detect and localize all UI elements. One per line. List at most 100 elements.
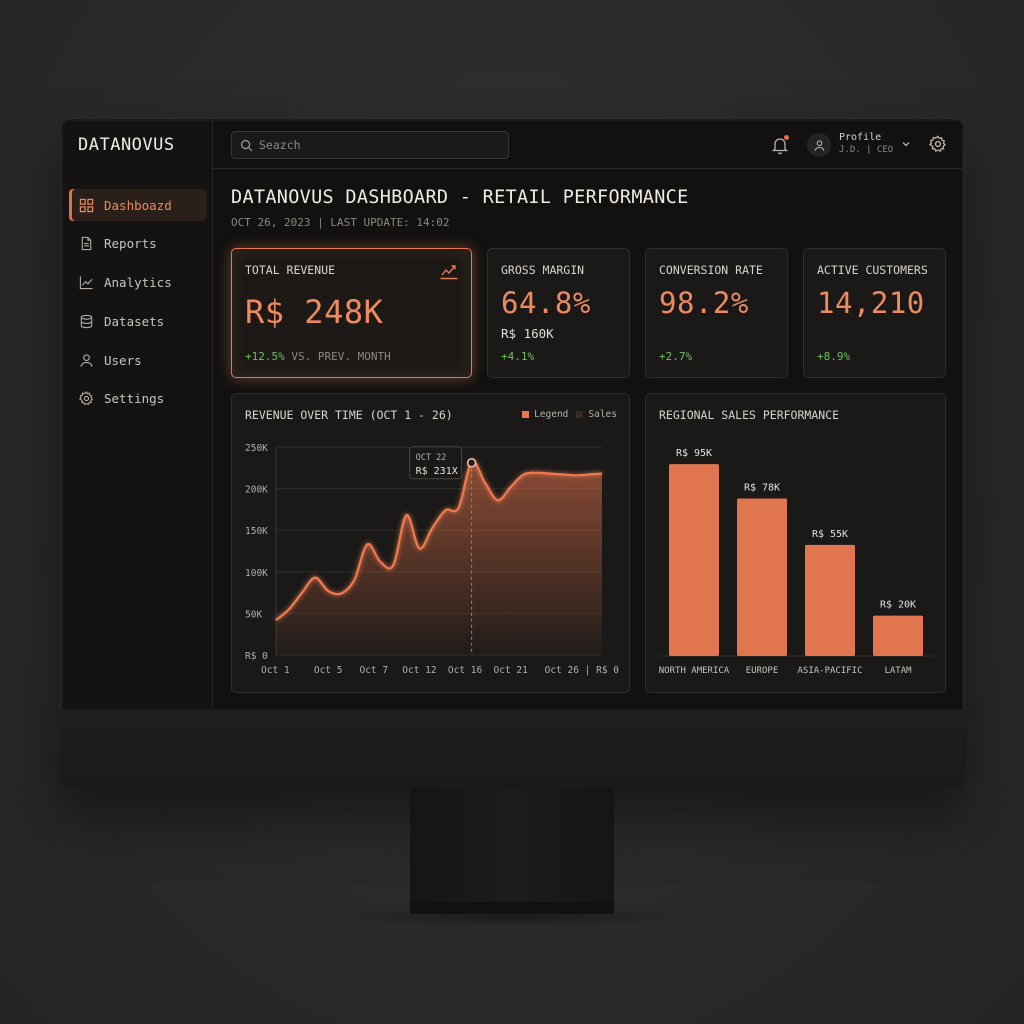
data-point — [314, 577, 316, 579]
x-tick-label: Oct 21 — [494, 665, 529, 676]
notification-dot — [784, 135, 789, 140]
notifications-button[interactable] — [770, 135, 790, 155]
x-tick-label: Oct 1 — [261, 665, 290, 676]
y-tick-label: 100K — [245, 568, 268, 579]
regional-chart-panel: REGIONAL SALES PERFORMANCE R$ 95K NORTH A… — [645, 393, 946, 693]
data-point — [562, 473, 564, 475]
kpi-value: 98.2% — [659, 286, 749, 320]
data-point — [458, 507, 460, 509]
bar — [805, 544, 855, 656]
trending-up-icon — [440, 265, 458, 280]
settings-gear-icon[interactable] — [929, 135, 947, 153]
kpi-card-gross-margin[interactable]: GROSS MARGIN 64.8% R$ 160K +4.1% — [487, 248, 630, 378]
document-icon — [81, 237, 92, 251]
topbar: Profile J.D. | CEO — [213, 121, 962, 169]
bar — [669, 464, 719, 656]
y-tick-label: 250K — [245, 443, 268, 454]
bar — [873, 615, 923, 656]
data-point — [288, 608, 290, 610]
kpi-delta-value: +12.5% — [245, 350, 285, 363]
y-tick-label: 50K — [245, 609, 262, 620]
data-point — [601, 473, 603, 475]
chart-line-icon — [79, 276, 93, 290]
sidebar-nav: Dashboazd Reports Analytics Datasets Use… — [69, 189, 207, 422]
sidebar-item-dashboard[interactable]: Dashboazd — [69, 189, 207, 221]
data-point — [353, 579, 355, 581]
data-point — [405, 514, 407, 516]
annotation-value: R$ 231X — [416, 466, 458, 477]
kpi-card-conversion-rate[interactable]: CONVERSION RATE 98.2% +2.7% — [645, 248, 788, 378]
annotation-date: OCT 22 — [416, 453, 447, 463]
kpi-value: R$ 248K — [245, 293, 384, 331]
data-point — [275, 619, 277, 621]
data-point — [418, 548, 420, 550]
data-point — [549, 473, 551, 475]
data-point — [536, 472, 538, 474]
avatar[interactable] — [807, 133, 831, 157]
bar-data-label: R$ 55K — [812, 529, 848, 540]
y-tick-label: R$ 0 — [245, 651, 268, 662]
data-point — [588, 473, 590, 475]
x-tick-label: Oct 26 | R$ 0 — [545, 665, 620, 676]
sidebar-item-label: Datasets — [104, 313, 165, 329]
revenue-area-chart[interactable]: R$ 0 50K 100K 150K 200K 250K OCT 22 R$ 231X Oct … — [232, 394, 631, 694]
kpi-card-total-revenue[interactable]: TOTAL REVENUE R$ 248K +12.5% VS. PREV. M… — [231, 248, 472, 378]
bar-data-label: R$ 20K — [880, 600, 916, 611]
category-label: LATAM — [884, 666, 912, 676]
data-point — [510, 486, 512, 488]
data-point — [340, 592, 342, 594]
sidebar-item-users[interactable]: Users — [69, 344, 207, 376]
profile-role: J.D. | CEO — [839, 145, 894, 155]
brand-logo[interactable]: DATANOVUS — [78, 135, 175, 155]
database-icon — [80, 314, 93, 329]
search-input[interactable] — [259, 138, 489, 152]
regional-bar-chart[interactable]: R$ 95K NORTH AMERICA R$ 78K EUROPE R$ 55K ASI… — [646, 394, 947, 694]
bar-data-label: R$ 95K — [676, 448, 712, 459]
sidebar-item-datasets[interactable]: Datasets — [69, 305, 207, 337]
sidebar-item-label: Reports — [104, 236, 157, 252]
sidebar-item-reports[interactable]: Reports — [69, 228, 207, 260]
sidebar-item-settings[interactable]: Settings — [69, 383, 207, 415]
kpi-subvalue: R$ 160K — [501, 326, 554, 341]
data-point — [392, 564, 394, 566]
grid-icon — [79, 198, 94, 212]
data-point — [301, 592, 303, 594]
kpi-card-active-customers[interactable]: ACTIVE CUSTOMERS 14,210 +8.9% — [803, 248, 946, 378]
sidebar-item-label: Dashboazd — [104, 197, 172, 213]
category-label: ASIA-PACIFIC — [797, 666, 862, 676]
chevron-down-icon[interactable] — [901, 139, 911, 149]
kpi-delta: +8.9% — [817, 350, 851, 363]
profile-name[interactable]: Profile — [839, 132, 881, 143]
monitor-stand — [410, 788, 614, 906]
kpi-delta: +12.5% VS. PREV. MONTH — [245, 350, 391, 363]
sales-area — [276, 461, 602, 655]
page-subtitle: OCT 26, 2023 | LAST UPDATE: 14:02 — [231, 216, 450, 229]
search-box[interactable] — [231, 131, 509, 159]
x-tick-label: Oct 16 — [448, 665, 483, 676]
sidebar-item-label: Users — [104, 352, 142, 368]
kpi-delta: +2.7% — [659, 350, 693, 363]
data-point — [431, 527, 433, 529]
monitor-chin — [60, 710, 965, 788]
annotation-marker — [466, 458, 477, 468]
sidebar-item-label: Analytics — [104, 275, 172, 291]
sidebar-item-label: Settings — [104, 391, 165, 407]
monitor-stand-base — [410, 902, 614, 914]
kpi-delta: +4.1% — [501, 350, 535, 363]
kpi-value: 14,210 — [817, 286, 925, 320]
sidebar-item-analytics[interactable]: Analytics — [69, 267, 207, 299]
bar-data-label: R$ 78K — [744, 482, 780, 493]
page-title: DATANOVUS DASHBOARD - RETAIL PERFORMANCE — [231, 187, 689, 208]
user-icon — [80, 354, 93, 367]
data-point — [484, 481, 486, 483]
y-tick-label: 150K — [245, 526, 268, 537]
data-point — [575, 474, 577, 476]
screen: DATANOVUS Dashboazd Reports Analytics Da… — [62, 120, 963, 710]
category-label: NORTH AMERICA — [659, 666, 730, 676]
data-point — [366, 543, 368, 545]
kpi-label: CONVERSION RATE — [659, 263, 763, 277]
data-point — [445, 509, 447, 511]
user-icon — [814, 139, 824, 151]
kpi-delta-note: VS. PREV. MONTH — [291, 350, 391, 363]
data-point — [523, 473, 525, 475]
